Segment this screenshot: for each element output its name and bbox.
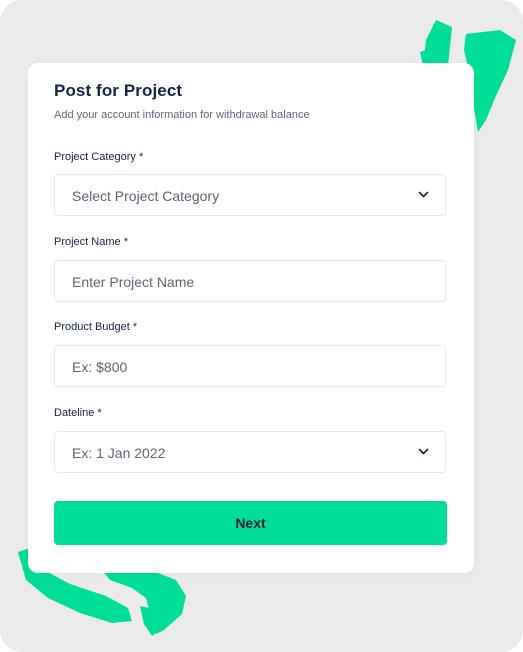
project-category-placeholder: Select Project Category xyxy=(72,188,220,204)
project-name-label: Project Name * xyxy=(54,236,128,248)
post-project-card: Post for Project Add your account inform… xyxy=(28,63,474,573)
project-name-input[interactable]: Enter Project Name xyxy=(54,260,446,302)
page-background: Post for Project Add your account inform… xyxy=(0,0,523,652)
page-subtitle: Add your account information for withdra… xyxy=(54,109,310,121)
next-button[interactable]: Next xyxy=(54,501,447,545)
chevron-down-icon xyxy=(418,191,429,198)
page-title: Post for Project xyxy=(54,81,183,100)
product-budget-input[interactable]: Ex: $800 xyxy=(54,345,446,387)
chevron-down-icon xyxy=(418,448,429,455)
dateline-placeholder: Ex: 1 Jan 2022 xyxy=(72,445,166,461)
product-budget-placeholder: Ex: $800 xyxy=(72,359,128,375)
project-category-label: Project Category * xyxy=(54,151,144,163)
project-category-select[interactable]: Select Project Category xyxy=(54,174,446,216)
dateline-select[interactable]: Ex: 1 Jan 2022 xyxy=(54,431,446,473)
product-budget-label: Product Budget * xyxy=(54,321,138,333)
dateline-label: Dateline * xyxy=(54,407,102,419)
project-name-placeholder: Enter Project Name xyxy=(72,274,195,290)
